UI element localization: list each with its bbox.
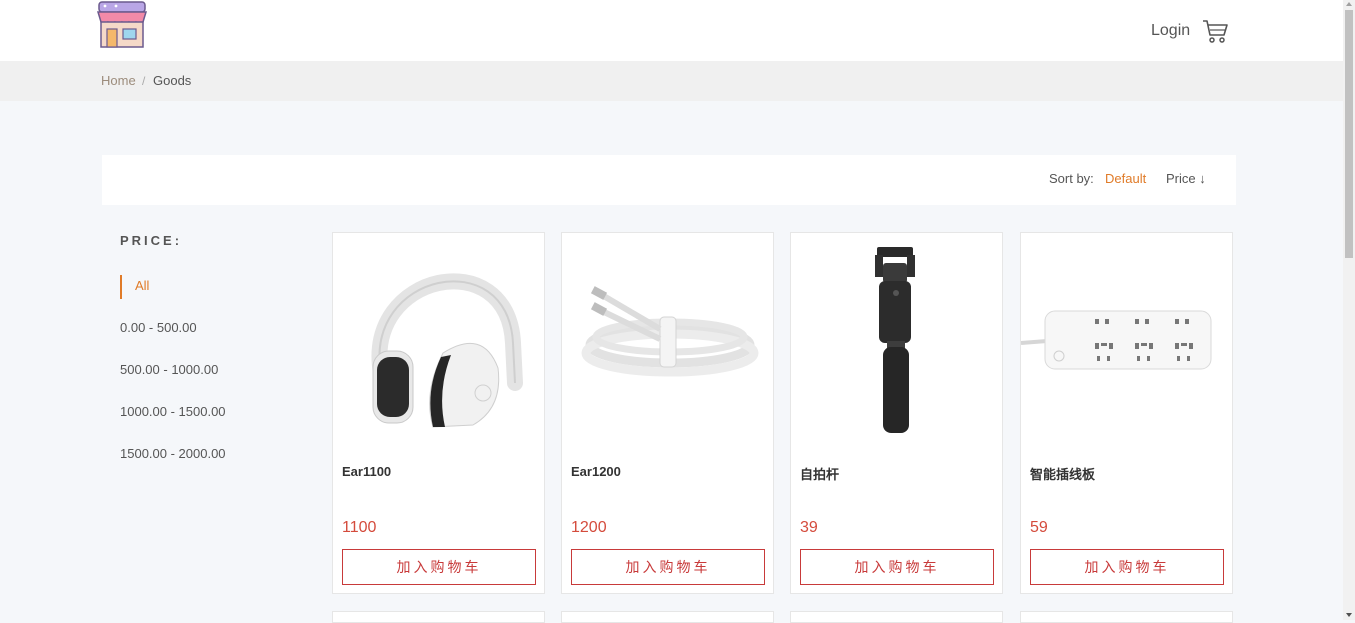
product-price: 1200 (571, 519, 607, 536)
add-to-cart-button[interactable]: 加入购物车 (800, 549, 994, 585)
product-card-next-row[interactable] (790, 611, 1003, 623)
sort-bar: Sort by: Default Price ↓ (102, 155, 1236, 205)
product-card[interactable]: 智能插线板 59 加入购物车 (1020, 232, 1233, 594)
shopping-cart-icon[interactable] (1202, 18, 1230, 44)
product-card[interactable]: Ear1200 1200 加入购物车 (561, 232, 774, 594)
vertical-scrollbar[interactable] (1343, 0, 1355, 620)
usb-cable-image[interactable] (562, 233, 773, 445)
sort-label: Sort by: (1049, 171, 1094, 186)
price-filter-500-1000[interactable]: 500.00 - 1000.00 (120, 362, 218, 377)
price-filter-0-500[interactable]: 0.00 - 500.00 (120, 320, 197, 335)
product-price: 39 (800, 519, 818, 536)
product-name[interactable]: 自拍杆 (800, 464, 839, 483)
add-to-cart-button[interactable]: 加入购物车 (571, 549, 765, 585)
login-link[interactable]: Login (1151, 22, 1190, 40)
sort-default-option[interactable]: Default (1105, 171, 1146, 186)
price-filter-1000-1500[interactable]: 1000.00 - 1500.00 (120, 404, 226, 419)
product-card-next-row[interactable] (332, 611, 545, 623)
store-logo-icon[interactable] (96, 0, 148, 50)
breadcrumb-home-link[interactable]: Home (101, 73, 136, 88)
price-filter-title: PRICE: (120, 233, 183, 248)
selfie-stick-image[interactable] (791, 233, 1002, 445)
product-card-next-row[interactable] (1020, 611, 1233, 623)
breadcrumb-separator: / (142, 74, 146, 88)
scroll-down-arrow-icon[interactable] (1346, 613, 1352, 617)
product-name[interactable]: Ear1200 (571, 464, 621, 479)
headphones-image[interactable] (333, 233, 544, 445)
header: Login (0, 0, 1343, 61)
sort-price-option[interactable]: Price ↓ (1166, 171, 1206, 186)
product-name[interactable]: Ear1100 (342, 464, 391, 479)
price-filter-all[interactable]: All (120, 275, 149, 299)
power-strip-image[interactable] (1021, 233, 1232, 445)
scrollbar-thumb[interactable] (1345, 10, 1353, 258)
product-card[interactable]: 自拍杆 39 加入购物车 (790, 232, 1003, 594)
product-price: 1100 (342, 519, 377, 536)
product-card-next-row[interactable] (561, 611, 774, 623)
breadcrumb-current: Goods (153, 73, 192, 88)
add-to-cart-button[interactable]: 加入购物车 (342, 549, 536, 585)
product-price: 59 (1030, 519, 1048, 536)
breadcrumb: Home / Goods (0, 61, 1343, 101)
product-name[interactable]: 智能插线板 (1030, 464, 1095, 483)
price-filter-1500-2000[interactable]: 1500.00 - 2000.00 (120, 446, 226, 461)
scroll-up-arrow-icon[interactable] (1346, 2, 1352, 6)
add-to-cart-button[interactable]: 加入购物车 (1030, 549, 1224, 585)
product-card[interactable]: Ear1100 1100 加入购物车 (332, 232, 545, 594)
